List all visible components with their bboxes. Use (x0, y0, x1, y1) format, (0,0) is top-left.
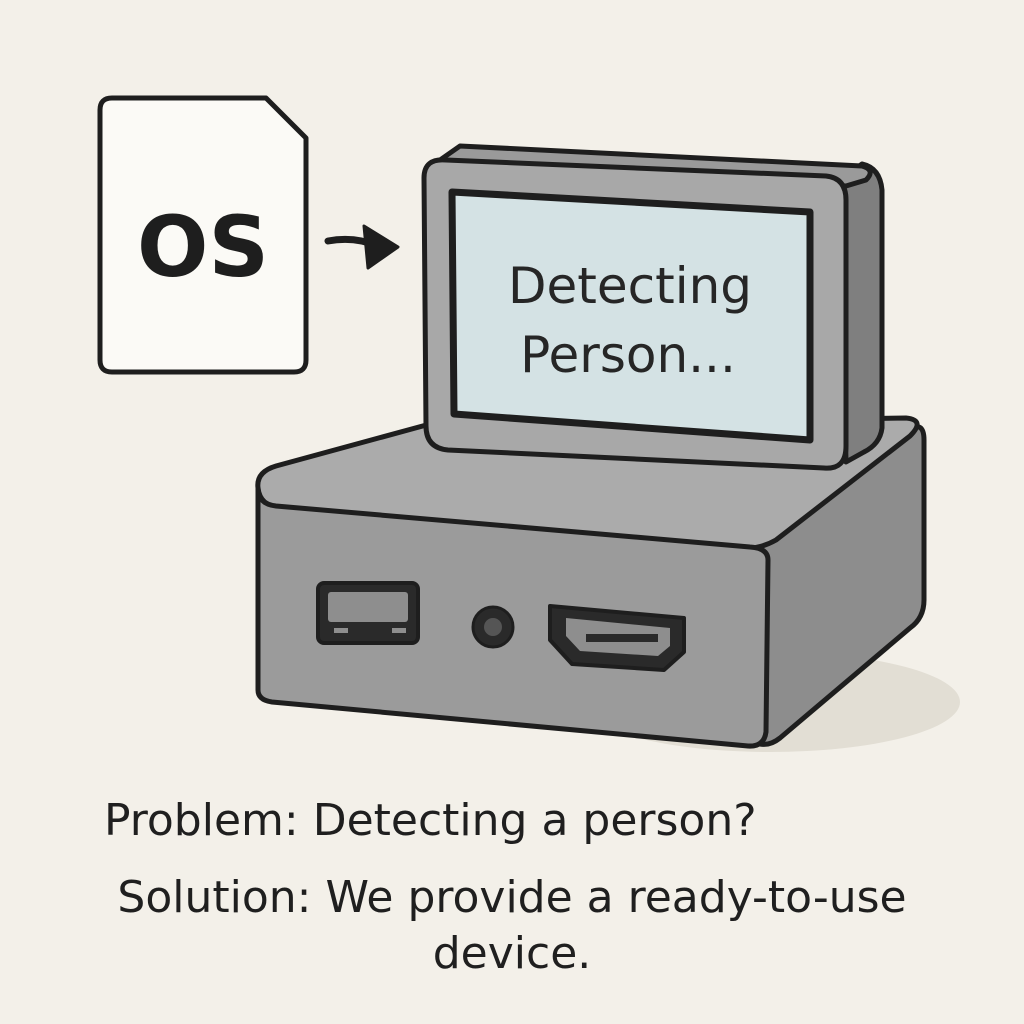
usb-port (316, 581, 420, 645)
screen-text-line1: Detecting (508, 257, 752, 315)
arrow-right-icon (324, 224, 400, 270)
display-module: Detecting Person... (421, 143, 885, 471)
os-label: OS (137, 198, 269, 296)
os-card: OS (97, 95, 309, 375)
audio-jack (471, 605, 515, 649)
problem-caption: Problem: Detecting a person? (104, 795, 757, 846)
solution-caption: Solution: We provide a ready-to-use devi… (117, 872, 907, 979)
screen-text-line2: Person... (520, 326, 736, 384)
display-screen (448, 188, 814, 444)
hdmi-port (548, 604, 686, 672)
